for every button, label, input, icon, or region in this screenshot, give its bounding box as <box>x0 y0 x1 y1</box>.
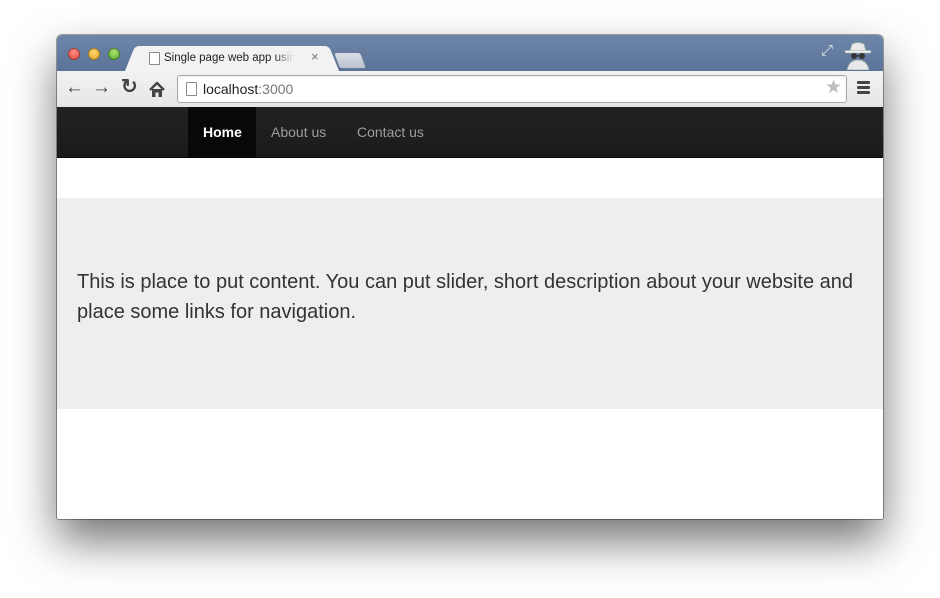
nav-item-about-us[interactable]: About us <box>256 107 342 157</box>
url-host: localhost <box>203 81 259 97</box>
new-tab-button[interactable] <box>332 52 368 69</box>
browser-toolbar: ← → ↻ localhost:3000 ★ <box>57 71 883 108</box>
url-text: localhost:3000 <box>203 81 293 97</box>
tab-strip: Single page web app using × ⤢ <box>57 35 883 71</box>
jumbotron-text: This is place to put content. You can pu… <box>77 271 854 323</box>
window-minimize-button[interactable] <box>88 48 100 60</box>
back-arrow-icon[interactable]: ← <box>65 78 84 98</box>
window-maximize-button[interactable] <box>108 48 120 60</box>
star-icon[interactable]: ★ <box>825 78 842 98</box>
incognito-icon <box>844 42 872 70</box>
tab-close-icon[interactable]: × <box>311 50 319 64</box>
menu-icon[interactable] <box>857 81 870 95</box>
web-page: Home About us Contact us This is place t… <box>57 107 883 519</box>
window-close-button[interactable] <box>68 48 80 60</box>
tab-active[interactable]: Single page web app using × <box>137 46 327 71</box>
address-bar[interactable]: localhost:3000 ★ <box>177 75 847 103</box>
home-icon[interactable] <box>149 81 165 99</box>
page-icon <box>149 52 160 65</box>
nav-item-contact-us[interactable]: Contact us <box>342 107 440 157</box>
browser-window: Single page web app using × ⤢ ← → ↻ loca… <box>57 35 883 519</box>
fullscreen-icon[interactable]: ⤢ <box>821 43 833 59</box>
page-icon <box>186 82 197 96</box>
url-port: :3000 <box>258 81 294 97</box>
jumbotron: This is place to put content. You can pu… <box>57 198 883 409</box>
reload-icon[interactable]: ↻ <box>121 77 138 97</box>
site-navbar: Home About us Contact us <box>57 107 883 158</box>
nav-item-home[interactable]: Home <box>188 107 256 157</box>
tab-title: Single page web app using <box>164 52 294 64</box>
forward-arrow-icon[interactable]: → <box>92 78 111 98</box>
